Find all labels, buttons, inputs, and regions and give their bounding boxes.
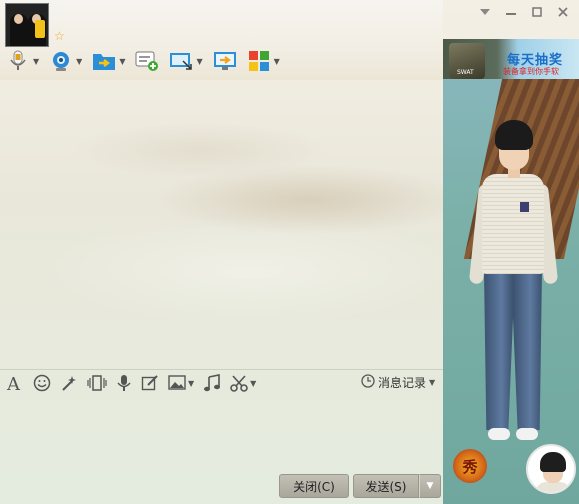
magic-wand-icon [60, 374, 78, 392]
figure-shoe [488, 428, 510, 440]
chevron-down-icon: ▼ [426, 481, 434, 491]
smiley-icon [33, 374, 51, 392]
phone-online-icon [35, 20, 45, 38]
magic-button[interactable] [60, 373, 78, 393]
send-file-button[interactable]: ▼ [92, 49, 125, 73]
figure-jeans [484, 270, 542, 430]
avatar-show-figure[interactable] [468, 120, 562, 460]
ad-small-text: SWAT [457, 69, 474, 76]
figure-shirt [482, 174, 544, 274]
music-note-icon [203, 374, 221, 392]
star-icon[interactable]: ☆ [54, 29, 65, 43]
close-button-label: 关闭(C) [293, 479, 335, 494]
window-controls [475, 4, 573, 20]
clock-icon [361, 374, 375, 391]
emoji-button[interactable] [33, 373, 51, 393]
dropdown-icon[interactable] [475, 4, 495, 20]
avatar-face [14, 14, 23, 24]
figure-hair [495, 120, 533, 150]
screenshot-button[interactable]: ▼ [230, 373, 256, 393]
apps-grid-icon [247, 49, 271, 73]
chat-add-icon [135, 49, 159, 73]
remote-assist-button[interactable]: ▼ [169, 49, 203, 73]
minimize-icon[interactable] [501, 4, 521, 20]
message-history-button[interactable]: 消息记录 ▼ [361, 374, 435, 391]
screen-share-icon [213, 49, 237, 73]
chevron-down-icon: ▼ [188, 378, 195, 388]
badge-glyph: 秀 [462, 457, 478, 476]
voice-call-button[interactable]: ▼ [6, 49, 39, 73]
my-avatar[interactable] [526, 444, 576, 494]
svg-text:A: A [6, 374, 21, 392]
remote-desktop-icon [169, 49, 193, 73]
chevron-down-icon: ▼ [119, 56, 126, 66]
doodle-button[interactable] [141, 373, 159, 393]
close-icon[interactable] [553, 4, 573, 20]
image-button[interactable]: ▼ [168, 373, 194, 393]
chevron-down-icon: ▼ [273, 56, 280, 66]
video-call-button[interactable]: ▼ [49, 49, 82, 73]
ad-subtitle: 装备拿到你手软 [503, 67, 559, 76]
ad-banner[interactable]: SWAT 每天抽奖 装备拿到你手软 [443, 39, 579, 79]
format-toolbar: A ▼ ▼ [6, 373, 265, 393]
divider [0, 369, 443, 370]
message-input[interactable] [0, 395, 443, 470]
font-icon: A [6, 374, 24, 392]
edit-icon [141, 374, 159, 392]
maximize-icon[interactable] [527, 4, 547, 20]
microphone-icon [6, 49, 30, 73]
webcam-icon [49, 49, 73, 73]
figure-shoe [516, 428, 538, 440]
scissors-icon [230, 374, 248, 392]
shake-button[interactable] [87, 373, 107, 393]
image-icon [168, 375, 186, 391]
chat-background [0, 80, 443, 370]
create-discussion-button[interactable] [135, 49, 159, 73]
microphone-icon [116, 374, 132, 392]
send-button-label: 发送(S) [365, 479, 407, 494]
message-history-label: 消息记录 [378, 376, 427, 390]
chat-toolbar: ▼ ▼ ▼ ▼ ▼ [6, 49, 290, 73]
send-options-button[interactable]: ▼ [419, 474, 441, 498]
contact-avatar[interactable] [5, 3, 49, 47]
show-badge-icon[interactable]: 秀 [453, 449, 487, 483]
figure-pocket [520, 202, 529, 212]
chevron-down-icon: ▼ [250, 378, 257, 388]
my-avatar-hair [540, 452, 566, 472]
chevron-down-icon: ▼ [76, 56, 83, 66]
close-button[interactable]: 关闭(C) [279, 474, 349, 498]
font-button[interactable]: A [6, 373, 24, 393]
apps-button[interactable]: ▼ [247, 49, 280, 73]
share-screen-button[interactable] [213, 49, 237, 73]
send-button[interactable]: 发送(S) [353, 474, 419, 498]
chevron-down-icon: ▼ [196, 56, 203, 66]
music-button[interactable] [203, 373, 221, 393]
folder-send-icon [92, 49, 116, 73]
chevron-down-icon: ▼ [429, 378, 436, 387]
chevron-down-icon: ▼ [33, 56, 40, 66]
vibrate-icon [87, 374, 107, 392]
voice-message-button[interactable] [116, 373, 132, 393]
